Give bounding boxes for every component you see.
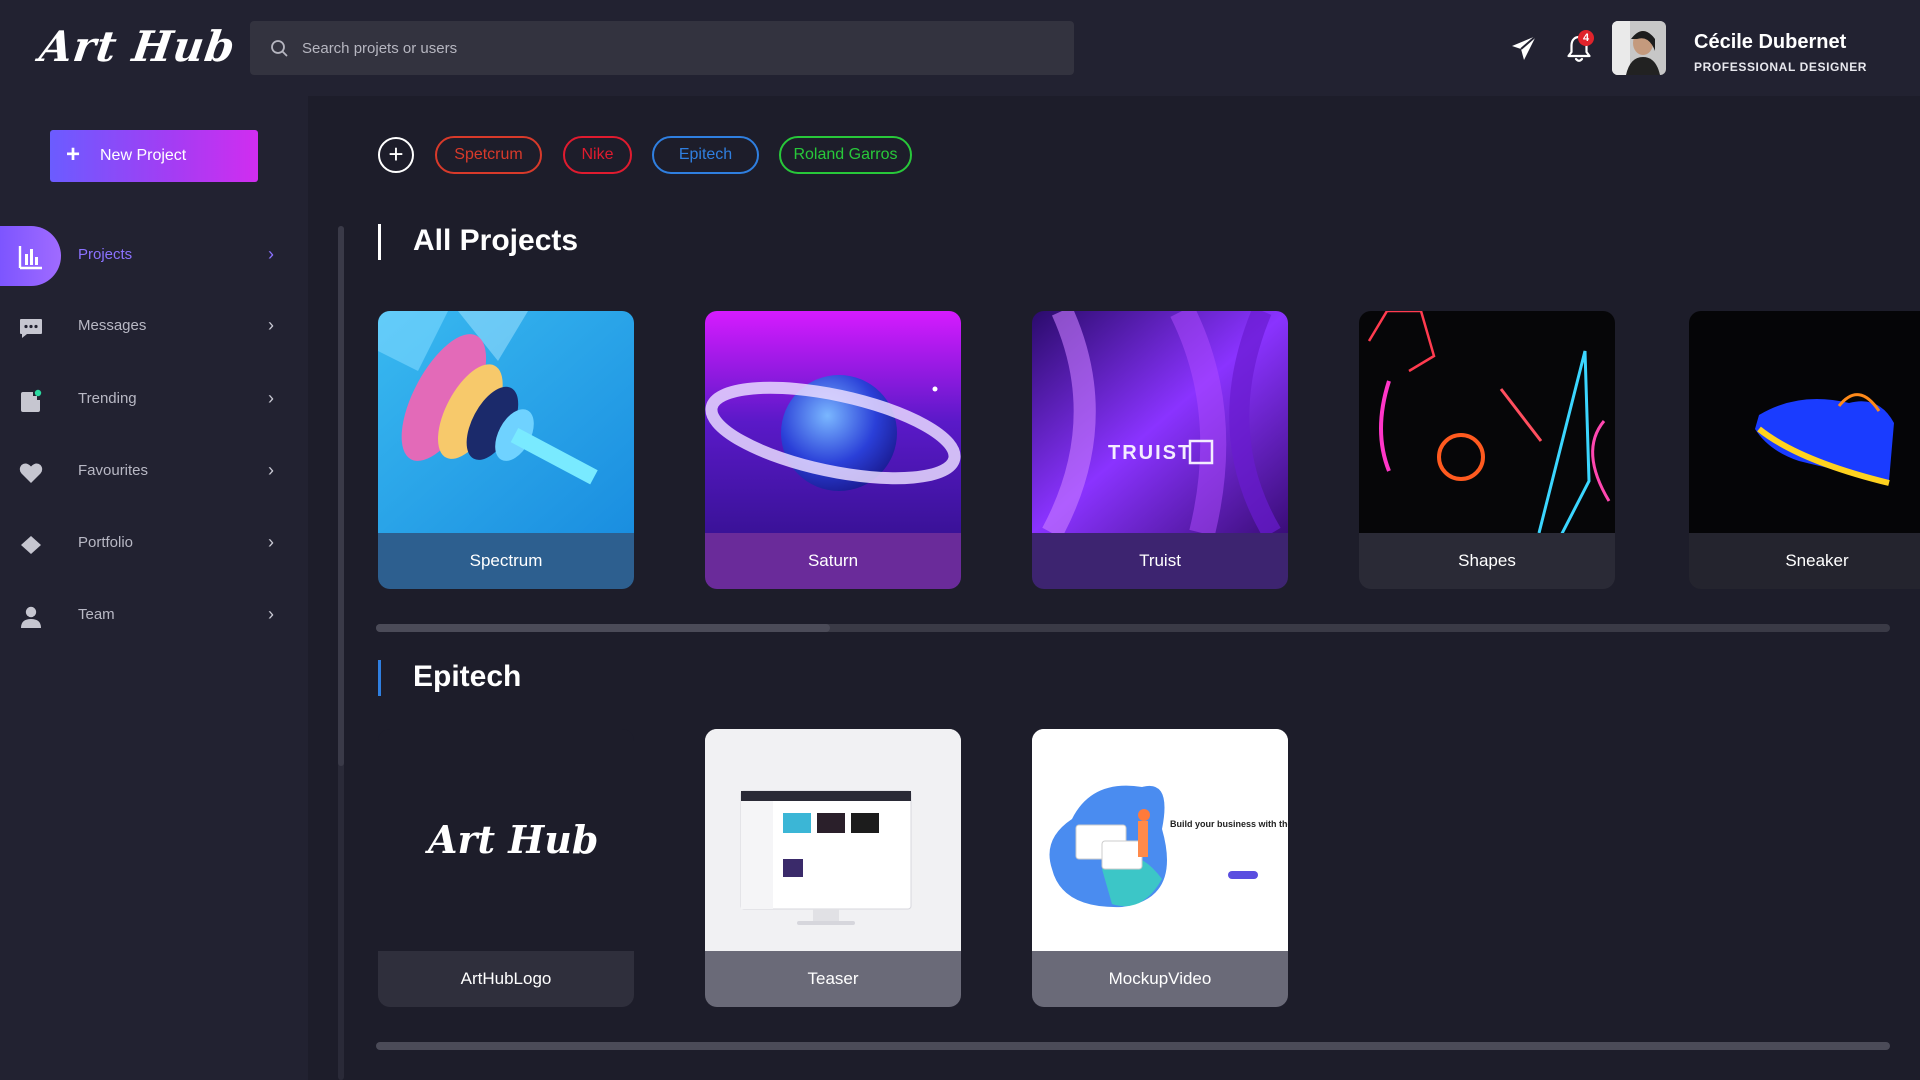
project-thumbnail bbox=[1689, 311, 1920, 533]
search-input[interactable] bbox=[302, 21, 1052, 75]
notification-badge: 4 bbox=[1578, 30, 1594, 46]
sidebar-item-favourites[interactable]: Favourites › bbox=[0, 442, 290, 502]
sidebar-item-portfolio[interactable]: Portfolio › bbox=[0, 514, 290, 574]
sidebar-item-trending[interactable]: Trending › bbox=[0, 370, 290, 430]
project-card-teaser[interactable]: Teaser bbox=[705, 729, 961, 1007]
arthub-logo-art: Art Hub bbox=[425, 817, 598, 862]
sidebar-scrollbar[interactable] bbox=[338, 226, 344, 1080]
sidebar-item-label: Trending bbox=[78, 390, 137, 407]
truist-logo-text: TRUIST bbox=[1108, 442, 1192, 464]
project-thumbnail bbox=[705, 311, 961, 533]
project-thumbnail bbox=[378, 311, 634, 533]
avatar-photo bbox=[1612, 21, 1666, 75]
chevron-right-icon: › bbox=[268, 604, 274, 624]
sidebar-item-label: Projects bbox=[78, 246, 133, 263]
chevron-right-icon: › bbox=[268, 532, 274, 552]
chevron-right-icon: › bbox=[268, 244, 274, 264]
sidebar-item-messages[interactable]: Messages › bbox=[0, 297, 290, 357]
project-thumbnail: Build your business with the right plan bbox=[1032, 729, 1288, 951]
mockup-headline: Build your business with the right plan bbox=[1170, 819, 1288, 829]
sidebar: + New Project Projects › Messages › Trend… bbox=[0, 96, 308, 1080]
project-thumbnail bbox=[1359, 311, 1615, 533]
plus-icon: + bbox=[66, 141, 81, 168]
filter-tag-nike[interactable]: Nike bbox=[563, 136, 632, 174]
project-card-mockupvideo[interactable]: Build your business with the right plan … bbox=[1032, 729, 1288, 1007]
project-title: Teaser bbox=[705, 951, 961, 1007]
project-thumbnail: TRUIST bbox=[1032, 311, 1288, 533]
section-title-all-projects: All Projects bbox=[413, 224, 579, 257]
project-card-spectrum[interactable]: Spectrum bbox=[378, 311, 634, 589]
project-card-truist[interactable]: TRUIST Truist bbox=[1032, 311, 1288, 589]
horizontal-scrollbar[interactable] bbox=[376, 624, 1890, 632]
project-title: MockupVideo bbox=[1032, 951, 1288, 1007]
filter-tag-epitech[interactable]: Epitech bbox=[652, 136, 759, 174]
new-project-button[interactable]: + New Project bbox=[50, 130, 258, 182]
top-bar: Art Hub 4 Cécile Dubernet PROFESSIONAL D… bbox=[0, 0, 1920, 96]
project-card-sneaker[interactable]: Sneaker bbox=[1689, 311, 1920, 589]
chevron-right-icon: › bbox=[268, 460, 274, 480]
add-filter-button[interactable]: + bbox=[378, 137, 414, 173]
diamond-icon bbox=[21, 536, 41, 554]
chevron-right-icon: › bbox=[268, 388, 274, 408]
user-role: PROFESSIONAL DESIGNER bbox=[1694, 60, 1868, 74]
person-icon bbox=[21, 606, 41, 628]
section-accent-bar bbox=[378, 224, 381, 260]
horizontal-scrollbar[interactable] bbox=[376, 1042, 1890, 1050]
chevron-right-icon: › bbox=[268, 315, 274, 335]
filter-tag-spetcrum[interactable]: Spetcrum bbox=[435, 136, 542, 174]
new-project-label: New Project bbox=[100, 147, 187, 164]
user-name[interactable]: Cécile Dubernet bbox=[1694, 31, 1846, 54]
filter-tag-roland-garros[interactable]: Roland Garros bbox=[779, 136, 912, 174]
send-icon[interactable] bbox=[1510, 34, 1538, 62]
project-title: Truist bbox=[1032, 533, 1288, 589]
heart-icon bbox=[19, 463, 43, 483]
project-title: Sneaker bbox=[1689, 533, 1920, 589]
search-icon bbox=[271, 40, 288, 57]
project-title: Spectrum bbox=[378, 533, 634, 589]
sidebar-item-label: Favourites bbox=[78, 462, 149, 479]
project-card-saturn[interactable]: Saturn bbox=[705, 311, 961, 589]
project-card-shapes[interactable]: Shapes bbox=[1359, 311, 1615, 589]
sidebar-item-projects[interactable]: Projects › bbox=[0, 226, 290, 286]
section-accent-bar bbox=[378, 660, 381, 696]
sidebar-item-label: Team bbox=[78, 606, 115, 623]
sidebar-item-team[interactable]: Team › bbox=[0, 586, 290, 646]
project-title: Shapes bbox=[1359, 533, 1615, 589]
scrollbar-thumb[interactable] bbox=[338, 226, 344, 766]
sidebar-item-label: Portfolio bbox=[78, 534, 134, 551]
project-thumbnail: Art Hub bbox=[378, 729, 634, 951]
section-title-epitech: Epitech bbox=[413, 660, 522, 693]
app-logo[interactable]: Art Hub bbox=[37, 22, 239, 71]
avatar[interactable] bbox=[1612, 21, 1666, 75]
project-thumbnail bbox=[705, 729, 961, 951]
scrollbar-thumb[interactable] bbox=[376, 624, 831, 632]
bar-chart-icon bbox=[18, 246, 42, 270]
project-title: Saturn bbox=[705, 533, 961, 589]
project-card-arthublogo[interactable]: Art Hub ArtHubLogo bbox=[378, 729, 634, 1007]
sidebar-item-label: Messages bbox=[78, 317, 147, 334]
project-title: ArtHubLogo bbox=[378, 951, 634, 1007]
trending-icon bbox=[21, 389, 42, 412]
chat-icon bbox=[20, 319, 42, 338]
search-bar[interactable] bbox=[250, 21, 1074, 75]
